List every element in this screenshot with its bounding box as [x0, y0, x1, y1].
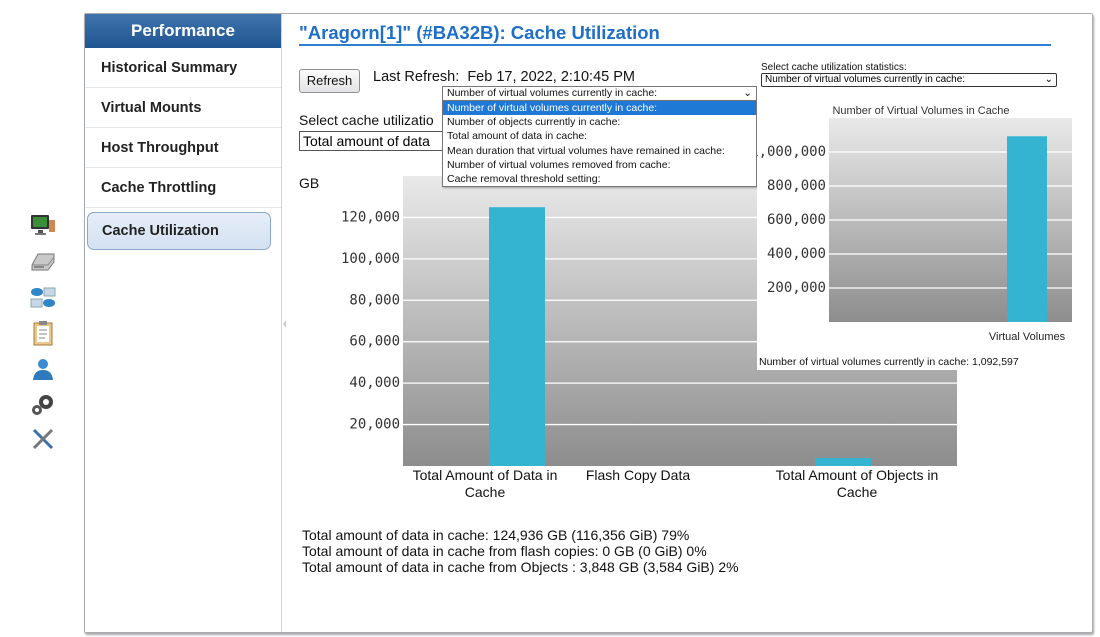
monitor-icon[interactable]	[30, 212, 56, 238]
panel-stat-select-value: Number of virtual volumes currently in c…	[765, 74, 966, 85]
dropdown-option[interactable]: Mean duration that virtual volumes have …	[443, 144, 756, 158]
y-tick-label: 1,000,000	[757, 144, 826, 160]
cache-stat-select[interactable]: Total amount of data	[299, 131, 449, 151]
dropdown-option[interactable]: Number of virtual volumes currently in c…	[443, 101, 756, 116]
x-tick-label: Virtual Volumes	[989, 331, 1066, 343]
clipboard-icon[interactable]	[30, 320, 56, 346]
nav-item-virtual-mounts[interactable]: Virtual Mounts	[85, 88, 281, 128]
statistic-dropdown-value: Number of virtual volumes currently in c…	[447, 87, 658, 99]
y-tick-label: 400,000	[767, 246, 826, 262]
y-axis-unit: GB	[299, 175, 320, 191]
tools-icon[interactable]	[30, 426, 56, 452]
y-tick-label: 80,000	[349, 292, 400, 308]
cluster-icon[interactable]	[30, 284, 56, 310]
nav-header: Performance	[85, 14, 281, 48]
stat-objects: Total amount of data in cache from Objec…	[302, 559, 739, 575]
dropdown-option[interactable]: Total amount of data in cache:	[443, 129, 756, 143]
y-tick-label: 100,000	[341, 251, 400, 267]
bar	[1007, 136, 1047, 322]
title-underline	[299, 44, 1051, 46]
y-tick-label: 200,000	[767, 280, 826, 296]
bar	[815, 458, 871, 466]
x-label-flash-copy: Flash Copy Data	[585, 467, 691, 483]
nav-item-historical-summary[interactable]: Historical Summary	[85, 48, 281, 88]
dropdown-option[interactable]: Number of objects currently in cache:	[443, 115, 756, 129]
user-icon[interactable]	[30, 356, 56, 382]
y-tick-label: 600,000	[767, 212, 826, 228]
stat-total-data: Total amount of data in cache: 124,936 G…	[302, 527, 690, 543]
dropdown-option[interactable]: Number of virtual volumes removed from c…	[443, 158, 756, 172]
statistic-dropdown[interactable]: Number of virtual volumes currently in c…	[442, 86, 757, 101]
panel-splitter[interactable]	[282, 284, 288, 364]
volume-stats-panel: Select cache utilization statistics: Num…	[757, 58, 1072, 370]
x-label-total-data: Total Amount of Data in Cache	[412, 467, 558, 500]
performance-nav: Performance Historical Summary Virtual M…	[85, 14, 282, 632]
nav-item-host-throughput[interactable]: Host Throughput	[85, 128, 281, 168]
last-refresh-value: Feb 17, 2022, 2:10:45 PM	[467, 69, 635, 85]
panel-stat-select[interactable]: Number of virtual volumes currently in c…	[761, 73, 1057, 87]
last-refresh-label: Last Refresh:	[373, 69, 460, 85]
screen: Performance Historical Summary Virtual M…	[0, 0, 1100, 637]
panel-readout: Number of virtual volumes currently in c…	[759, 356, 1019, 368]
cache-stats-summary: Total amount of data in cache: 124,936 G…	[302, 527, 739, 575]
refresh-button[interactable]: Refresh	[299, 69, 360, 93]
y-tick-label: 20,000	[349, 417, 400, 433]
y-tick-label: 60,000	[349, 334, 400, 350]
panel-select-label: Select cache utilization statistics:	[761, 62, 907, 73]
chevron-down-icon: ⌄	[743, 87, 752, 99]
chevron-down-icon: ⌄	[1044, 74, 1053, 85]
dropdown-option[interactable]: Cache removal threshold setting:	[443, 172, 756, 186]
gears-icon[interactable]	[30, 392, 56, 418]
splitter-arrow-icon	[283, 320, 286, 328]
cache-stat-select-label: Select cache utilizatio	[299, 112, 434, 128]
stat-flash-copies: Total amount of data in cache from flash…	[302, 543, 707, 559]
y-tick-label: 40,000	[349, 375, 400, 391]
nav-item-cache-throttling[interactable]: Cache Throttling	[85, 168, 281, 208]
statistic-dropdown-list: Number of virtual volumes currently in c…	[442, 100, 757, 187]
y-tick-label: 800,000	[767, 178, 826, 194]
y-tick-label: 120,000	[341, 209, 400, 225]
x-label-total-objects: Total Amount of Objects in Cache	[775, 467, 939, 500]
chart-title: Number of Virtual Volumes in Cache	[832, 105, 1009, 117]
page-title: "Aragorn[1]" (#BA32B): Cache Utilization	[299, 22, 660, 43]
virtual-volumes-chart: Number of Virtual Volumes in Cache 200,00…	[757, 105, 1072, 343]
last-refresh: Last Refresh: Feb 17, 2022, 2:10:45 PM	[373, 69, 635, 85]
drive-icon[interactable]	[30, 248, 56, 274]
bar	[489, 207, 545, 466]
nav-item-cache-utilization[interactable]: Cache Utilization	[87, 212, 271, 250]
